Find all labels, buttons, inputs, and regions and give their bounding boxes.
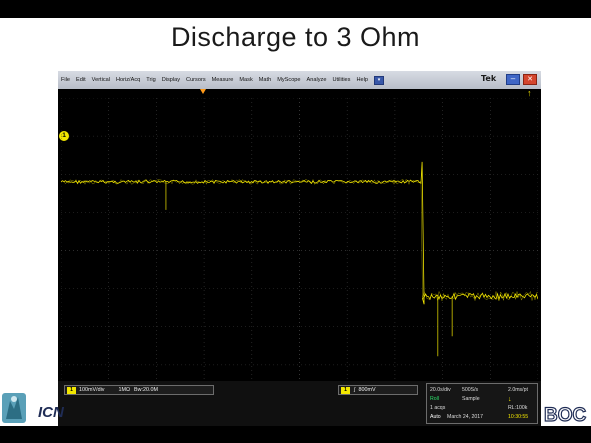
menu-edit[interactable]: Edit <box>73 77 89 83</box>
minimize-button[interactable]: – <box>506 74 520 85</box>
slide-title: Discharge to 3 Ohm <box>170 22 421 52</box>
menu-cursors[interactable]: Cursors <box>183 77 209 83</box>
close-button[interactable]: ✕ <box>523 74 537 85</box>
trigger-position-marker-icon[interactable] <box>200 89 206 94</box>
left-institution-logo <box>2 393 26 423</box>
oscilloscope-window: File Edit Vertical Horiz/Acq Trig Displa… <box>58 71 541 426</box>
acquisition-panel[interactable]: 20.0s/div 500S/s 2.0ms/pt Roll Sample ↓ … <box>426 383 538 424</box>
menu-dropdown-button[interactable]: ▾ <box>373 75 384 85</box>
menu-display[interactable]: Display <box>159 77 183 83</box>
date: March 24, 2017 <box>447 414 484 420</box>
trigger-level: 800mV <box>358 387 376 393</box>
menu-help[interactable]: Help <box>353 77 371 83</box>
acq-row-datetime: Auto March 24, 2017 10:30:55 <box>430 414 536 422</box>
time: 10:30:55 <box>508 414 529 420</box>
trigger-mode: Auto <box>430 414 441 420</box>
menu-trig[interactable]: Trig <box>143 77 158 83</box>
menu-mask[interactable]: Mask <box>236 77 255 83</box>
ch1-scale: 100mV/div <box>79 387 105 393</box>
timebase: 20.0s/div <box>430 387 451 393</box>
menu-measure[interactable]: Measure <box>209 77 237 83</box>
menu-file[interactable]: File <box>58 77 73 83</box>
tek-logo: Tek <box>481 74 497 83</box>
level-arrow-icon: ↓ <box>508 396 512 403</box>
run-state: Roll <box>430 396 439 402</box>
acq-row-count: 1 acqs RL:100k <box>430 405 536 413</box>
resolution: 2.0ms/pt <box>508 387 528 393</box>
ch1-bandwidth: Bw:20.0M <box>134 387 158 393</box>
menu-math[interactable]: Math <box>256 77 274 83</box>
acq-count: 1 acqs <box>430 405 446 411</box>
menu-horiz-acq[interactable]: Horiz/Acq <box>113 77 143 83</box>
trigger-source-badge: 1 <box>341 386 350 394</box>
menu-myscope[interactable]: MyScope <box>274 77 303 83</box>
menu-utilities[interactable]: Utilities <box>329 77 353 83</box>
right-logo-text: BOC <box>544 405 587 424</box>
menu-analyze[interactable]: Analyze <box>304 77 330 83</box>
scope-menubar: File Edit Vertical Horiz/Acq Trig Displa… <box>58 71 541 89</box>
trigger-readout[interactable]: 1 ∫ 800mV <box>338 385 418 395</box>
ch1-impedance: 1MΩ <box>118 387 130 393</box>
left-logo-text: ICN <box>38 404 64 421</box>
trigger-slope-icon: ∫ <box>354 387 356 393</box>
acq-mode: Sample <box>462 396 480 402</box>
scope-status-bar: 1 100mV/div 1MΩ Bw:20.0M 1 ∫ 800mV 20.0s… <box>58 381 541 426</box>
menu-vertical[interactable]: Vertical <box>89 77 113 83</box>
bottom-black-band <box>0 426 591 443</box>
graticule-grid <box>61 98 538 403</box>
acq-row-timebase: 20.0s/div 500S/s 2.0ms/pt <box>430 387 536 395</box>
top-black-band <box>0 0 591 18</box>
ch1-badge: 1 <box>67 386 76 394</box>
record-length: RL:100k <box>508 405 528 411</box>
trigger-arrow-up-icon: ↑ <box>527 88 532 98</box>
sample-rate: 500S/s <box>462 387 479 393</box>
acq-row-mode: Roll Sample ↓ <box>430 396 536 404</box>
waveform-graticule[interactable] <box>61 98 538 403</box>
right-institution-logo: BOC <box>542 404 588 424</box>
ch1-readout[interactable]: 1 100mV/div 1MΩ Bw:20.0M <box>64 385 214 395</box>
